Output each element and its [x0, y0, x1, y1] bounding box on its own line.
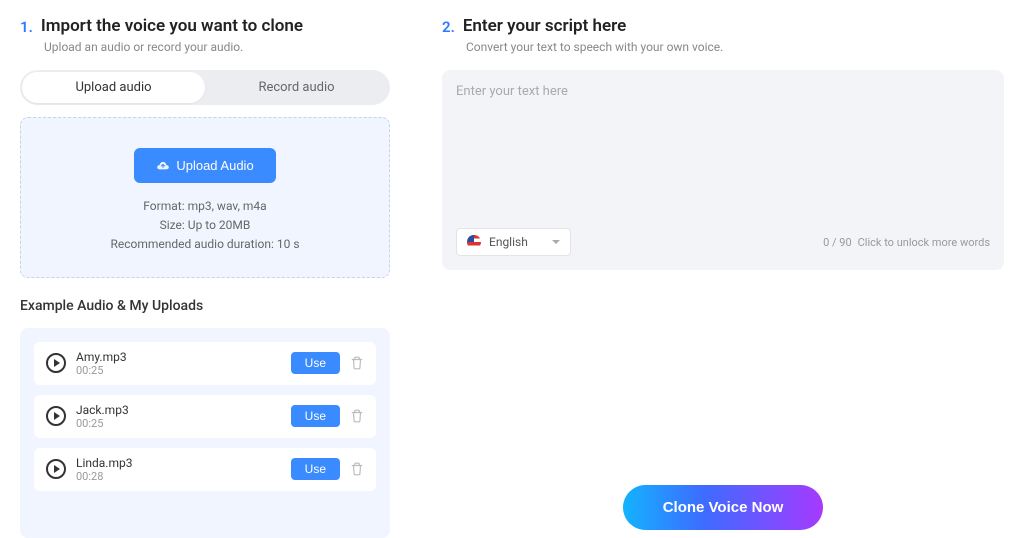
upload-audio-button[interactable]: Upload Audio: [134, 148, 275, 183]
flag-icon: [467, 235, 481, 249]
use-button[interactable]: Use: [291, 352, 340, 374]
upload-dropzone[interactable]: Upload Audio Format: mp3, wav, m4a Size:…: [20, 117, 390, 278]
char-counter: 0 / 90: [823, 236, 852, 249]
list-item: Linda.mp3 00:28 Use: [34, 448, 376, 491]
audio-duration: 00:28: [76, 470, 281, 483]
step-2-title: Enter your script here: [463, 16, 626, 36]
audio-list: Amy.mp3 00:25 Use Jack.mp3 00:25 Use: [20, 328, 390, 538]
trash-icon[interactable]: [350, 409, 364, 423]
upload-duration-hint: Recommended audio duration: 10 s: [37, 235, 373, 254]
examples-section-title: Example Audio & My Uploads: [20, 298, 390, 314]
play-icon[interactable]: [46, 406, 66, 426]
unlock-words-link[interactable]: Click to unlock more words: [858, 236, 990, 249]
script-textarea[interactable]: [456, 84, 990, 220]
chevron-down-icon: [552, 240, 560, 244]
cloud-upload-icon: [156, 161, 170, 171]
trash-icon[interactable]: [350, 356, 364, 370]
step-1-subtitle: Upload an audio or record your audio.: [44, 40, 390, 54]
clone-voice-button[interactable]: Clone Voice Now: [623, 485, 824, 530]
step-1-number: 1.: [20, 18, 33, 36]
play-icon[interactable]: [46, 459, 66, 479]
audio-duration: 00:25: [76, 364, 281, 377]
tab-record-audio[interactable]: Record audio: [205, 72, 388, 103]
audio-name: Linda.mp3: [76, 456, 281, 470]
upload-format-hint: Format: mp3, wav, m4a: [37, 197, 373, 216]
audio-duration: 00:25: [76, 417, 281, 430]
step-2-number: 2.: [442, 18, 455, 36]
language-label: English: [489, 235, 528, 249]
audio-name: Jack.mp3: [76, 403, 281, 417]
step-1-title: Import the voice you want to clone: [41, 16, 303, 36]
upload-size-hint: Size: Up to 20MB: [37, 216, 373, 235]
list-item: Amy.mp3 00:25 Use: [34, 342, 376, 385]
upload-button-label: Upload Audio: [176, 158, 253, 173]
tab-upload-audio[interactable]: Upload audio: [22, 72, 205, 103]
use-button[interactable]: Use: [291, 405, 340, 427]
upload-record-tabs: Upload audio Record audio: [20, 70, 390, 105]
script-panel: English 0 / 90 Click to unlock more word…: [442, 70, 1004, 270]
step-2-subtitle: Convert your text to speech with your ow…: [466, 40, 1004, 54]
audio-name: Amy.mp3: [76, 350, 281, 364]
play-icon[interactable]: [46, 353, 66, 373]
trash-icon[interactable]: [350, 462, 364, 476]
use-button[interactable]: Use: [291, 458, 340, 480]
list-item: Jack.mp3 00:25 Use: [34, 395, 376, 438]
language-select[interactable]: English: [456, 228, 571, 256]
